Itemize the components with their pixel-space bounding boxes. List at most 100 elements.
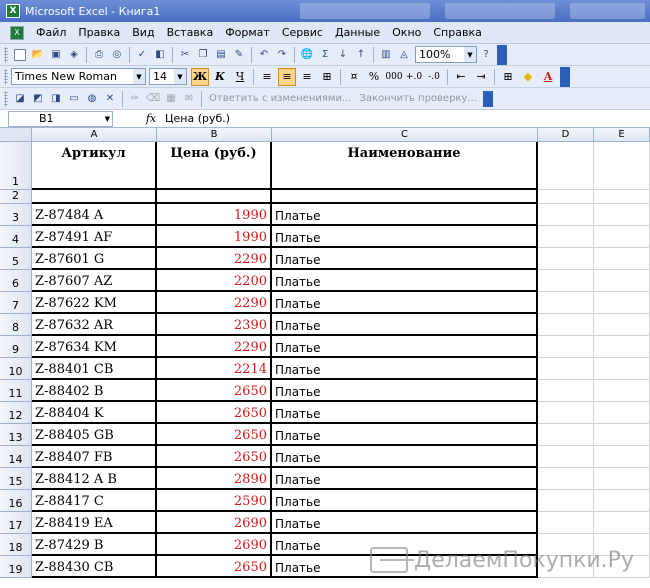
new-icon[interactable] [12,47,28,63]
drawing-icon[interactable]: ◬ [396,47,412,63]
cell[interactable] [594,402,650,424]
cell[interactable] [157,190,272,204]
row-header[interactable]: 2 [0,189,32,204]
prev-comment-icon[interactable]: ◩ [30,91,46,107]
cell-sku[interactable]: Z-87601 G [32,248,157,270]
cell-price[interactable]: 2690 [157,534,272,556]
cell-price[interactable]: 2650 [157,446,272,468]
cell-price[interactable]: 2590 [157,490,272,512]
cell-price[interactable]: 2650 [157,424,272,446]
cell[interactable] [538,380,594,402]
cell-sku[interactable]: Z-87484 A [32,204,157,226]
currency-icon[interactable]: ¤ [345,68,363,86]
select-all-corner[interactable] [0,128,32,142]
cell-name[interactable]: Платье [272,226,538,248]
cell-name[interactable]: Платье [272,402,538,424]
cell-header-price[interactable]: Цена (руб.) [157,142,272,190]
cell[interactable] [538,190,594,204]
cell[interactable] [594,226,650,248]
toolbar-grip[interactable] [4,68,8,85]
cell[interactable] [538,512,594,534]
delete-comment-icon[interactable]: ✕ [102,91,118,107]
cell-price[interactable]: 2290 [157,248,272,270]
cell-name[interactable]: Платье [272,468,538,490]
cell-sku[interactable]: Z-87491 AF [32,226,157,248]
row-header[interactable]: 8 [0,314,32,336]
cell-price[interactable]: 2890 [157,468,272,490]
cell-sku[interactable]: Z-88412 A B [32,468,157,490]
cell[interactable] [538,226,594,248]
new-comment-icon[interactable]: ◪ [12,91,28,107]
toolbar-grip[interactable] [4,46,8,63]
cell-name[interactable]: Платье [272,490,538,512]
row-header[interactable]: 18 [0,534,32,556]
cell[interactable] [538,490,594,512]
row-header[interactable]: 6 [0,270,32,292]
cell-sku[interactable]: Z-87634 KM [32,336,157,358]
menu-edit[interactable]: Правка [72,26,126,39]
cell-sku[interactable]: Z-88402 B [32,380,157,402]
borders-icon[interactable]: ⊞ [499,68,517,86]
chevron-down-icon[interactable]: ▼ [133,69,145,84]
name-box[interactable]: B1 ▼ [8,110,113,127]
autosum-icon[interactable]: Σ [317,47,333,63]
merge-center-icon[interactable]: ⊞ [318,68,336,86]
increase-indent-icon[interactable]: ⇥ [472,68,490,86]
cell-price[interactable]: 2650 [157,402,272,424]
decrease-decimal-icon[interactable]: -.0 [425,68,443,86]
cell-price[interactable]: 1990 [157,204,272,226]
print-icon[interactable]: ⎙ [91,47,107,63]
cell-name[interactable]: Платье [272,358,538,380]
menu-window[interactable]: Окно [386,26,427,39]
row-header[interactable]: 15 [0,468,32,490]
cell[interactable] [538,270,594,292]
chevron-down-icon[interactable]: ▼ [174,69,186,84]
toolbar-options-icon[interactable] [560,66,570,87]
cell-sku[interactable]: Z-88405 GB [32,424,157,446]
cell-name[interactable]: Платье [272,336,538,358]
cell[interactable] [594,314,650,336]
cell-price[interactable]: 2390 [157,314,272,336]
cell-sku[interactable]: Z-88407 FB [32,446,157,468]
sort-asc-icon[interactable]: ↓ [335,47,351,63]
chevron-down-icon[interactable]: ▼ [105,115,110,123]
format-painter-icon[interactable]: ✎ [231,47,247,63]
row-header[interactable]: 11 [0,380,32,402]
cell-name[interactable]: Платье [272,248,538,270]
cell-name[interactable]: Платье [272,380,538,402]
toolbar-options-icon[interactable] [482,90,493,107]
column-header-a[interactable]: A [32,128,157,142]
cell-sku[interactable]: Z-88417 C [32,490,157,512]
chevron-down-icon[interactable]: ▼ [464,47,476,62]
cell-price[interactable]: 2690 [157,512,272,534]
cell[interactable] [538,336,594,358]
cell-name[interactable]: Платье [272,446,538,468]
cell[interactable] [538,204,594,226]
cell[interactable] [594,358,650,380]
cell[interactable] [538,292,594,314]
cell-price[interactable]: 2650 [157,380,272,402]
formula-input[interactable]: Цена (руб.) [161,112,230,125]
cell[interactable] [272,190,538,204]
row-header[interactable]: 19 [0,556,32,578]
row-header[interactable]: 10 [0,358,32,380]
sort-desc-icon[interactable]: ↑ [353,47,369,63]
cell[interactable] [594,446,650,468]
italic-button[interactable]: К [211,68,229,86]
column-header-c[interactable]: C [272,128,538,142]
zoom-select[interactable]: 100% ▼ [415,46,477,63]
column-header-d[interactable]: D [538,128,594,142]
next-comment-icon[interactable]: ◨ [48,91,64,107]
cell-price[interactable]: 2650 [157,556,272,578]
cell-sku[interactable]: Z-87622 KM [32,292,157,314]
row-header[interactable]: 3 [0,204,32,226]
cell-sku[interactable]: Z-88430 CB [32,556,157,578]
undo-icon[interactable]: ↶ [256,47,272,63]
cell[interactable] [594,190,650,204]
cell-header-name[interactable]: Наименование [272,142,538,190]
font-color-icon[interactable]: A [539,68,557,86]
cell-sku[interactable]: Z-87607 AZ [32,270,157,292]
align-right-icon[interactable]: ≡ [298,68,316,86]
cell-sku[interactable]: Z-88419 EA [32,512,157,534]
cell-sku[interactable]: Z-87632 AR [32,314,157,336]
